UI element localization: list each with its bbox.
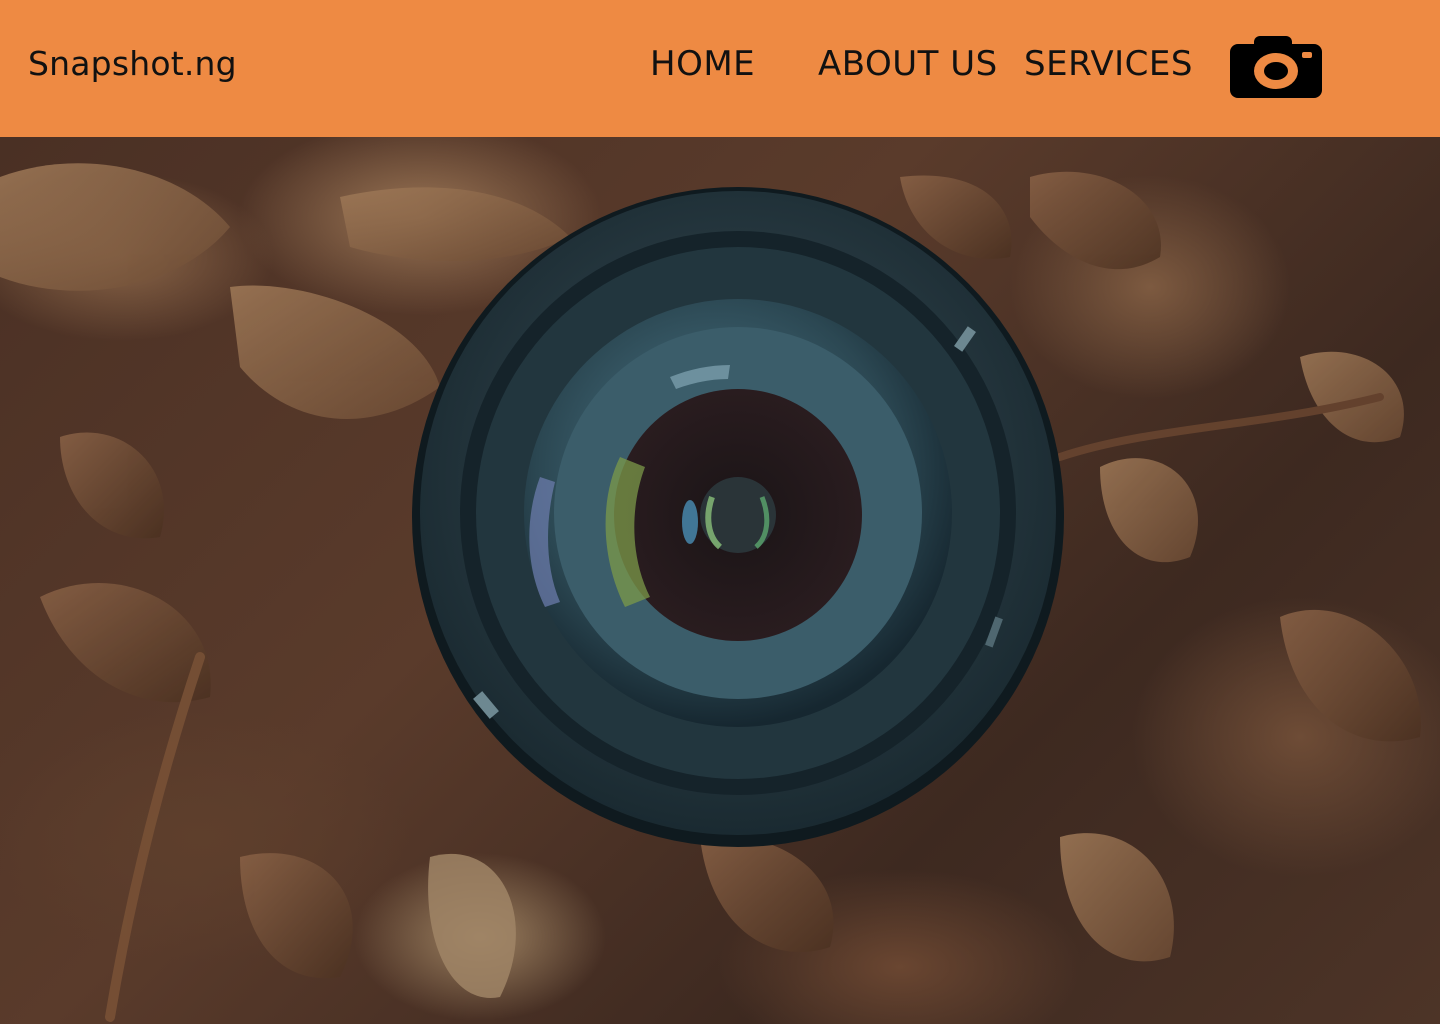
camera-lens-illustration [0,163,1421,1022]
nav-about-link[interactable]: ABOUT US [818,44,998,84]
nav-services-link[interactable]: SERVICES [1024,44,1193,84]
navbar: Snapshot.ng HOME ABOUT US SERVICES [0,0,1440,137]
brand-logo-link[interactable]: Snapshot.ng [28,44,237,83]
hero-image [0,137,1440,1024]
camera-icon[interactable] [1228,36,1324,100]
lens [412,187,1064,847]
nav-home-link[interactable]: HOME [650,44,755,84]
